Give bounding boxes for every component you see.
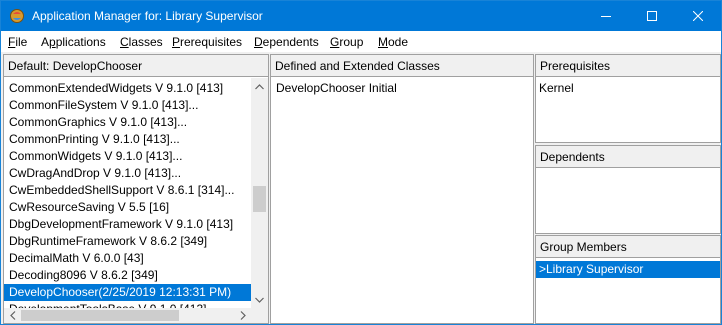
menu-dependents[interactable]: Dependents [254,35,319,49]
list-item[interactable]: DecimalMath V 6.0.0 [43] [4,250,251,267]
menu-prerequisites[interactable]: Prerequisites [172,35,242,49]
scroll-right-icon[interactable] [234,308,251,323]
menu-classes[interactable]: Classes [120,35,163,49]
minimize-icon [601,16,611,17]
scrollbar-corner [251,308,268,323]
menu-applications[interactable]: Applications [41,35,106,49]
vertical-scroll-thumb[interactable] [253,186,266,212]
classes-list[interactable]: DevelopChooser Initial [271,78,533,323]
dependents-list[interactable] [536,169,720,233]
list-item[interactable]: CwDragAndDrop V 9.1.0 [413]... [4,165,251,182]
prerequisites-pane-header: Prerequisites [536,55,720,77]
group-members-pane-header: Group Members [536,236,720,258]
classes-pane-header: Defined and Extended Classes [271,55,533,77]
list-item[interactable]: CommonWidgets V 9.1.0 [413]... [4,148,251,165]
group-members-list[interactable]: >Library Supervisor [536,259,720,323]
list-item[interactable]: Decoding8096 V 8.6.2 [349] [4,267,251,284]
applications-list[interactable]: CommonExtendedWidgets V 9.1.0 [413] Commo… [4,78,251,308]
applications-pane: Default: DevelopChooser CommonExtendedWi… [3,54,269,324]
list-item[interactable]: CwResourceSaving V 5.5 [16] [4,199,251,216]
app-icon [10,9,24,23]
list-item[interactable]: CommonGraphics V 9.1.0 [413]... [4,114,251,131]
minimize-button[interactable] [583,1,629,31]
applications-vertical-scrollbar[interactable] [251,78,268,308]
prerequisites-list[interactable]: Kernel [536,78,720,142]
dependents-pane-header: Dependents [536,146,720,168]
selected-list-item[interactable]: DevelopChooser(2/25/2019 12:13:31 PM) [4,284,251,301]
maximize-button[interactable] [629,1,675,31]
close-icon [693,11,703,21]
menu-group[interactable]: Group [330,35,363,49]
application-manager-window: Application Manager for: Library Supervi… [0,0,722,325]
classes-pane: Defined and Extended Classes DevelopChoo… [270,54,534,324]
menu-mode[interactable]: Mode [378,35,408,49]
scroll-down-icon[interactable] [251,291,268,308]
list-item[interactable]: CwEmbeddedShellSupport V 8.6.1 [314]... [4,182,251,199]
applications-pane-header: Default: DevelopChooser [4,55,268,77]
menu-bar: File Applications Classes Prerequisites … [1,31,721,52]
dependents-pane: Dependents [535,145,721,234]
list-item[interactable]: >Library Supervisor [536,261,720,278]
prerequisites-pane: Prerequisites Kernel [535,54,721,143]
title-bar[interactable]: Application Manager for: Library Supervi… [1,1,721,31]
close-button[interactable] [675,1,721,31]
list-item[interactable]: CommonPrinting V 9.1.0 [413]... [4,131,251,148]
menu-file[interactable]: File [8,35,27,49]
group-members-pane: Group Members >Library Supervisor [535,235,721,324]
applications-horizontal-scrollbar[interactable] [4,308,251,323]
list-item[interactable]: DbgRuntimeFramework V 8.6.2 [349] [4,233,251,250]
list-item[interactable]: CommonFileSystem V 9.1.0 [413]... [4,97,251,114]
horizontal-scroll-thumb[interactable] [21,310,179,321]
window-title: Application Manager for: Library Supervi… [32,9,263,23]
list-item[interactable]: CommonExtendedWidgets V 9.1.0 [413] [4,80,251,97]
list-item[interactable]: DevelopmentToolsBase V 9.1.0 [413] [4,301,251,308]
list-item[interactable]: DevelopChooser Initial [271,80,533,97]
maximize-icon [647,11,657,21]
scroll-left-icon[interactable] [4,308,21,323]
list-item[interactable]: Kernel [536,80,720,97]
list-item[interactable]: DbgDevelopmentFramework V 9.1.0 [413] [4,216,251,233]
scroll-up-icon[interactable] [251,78,268,95]
